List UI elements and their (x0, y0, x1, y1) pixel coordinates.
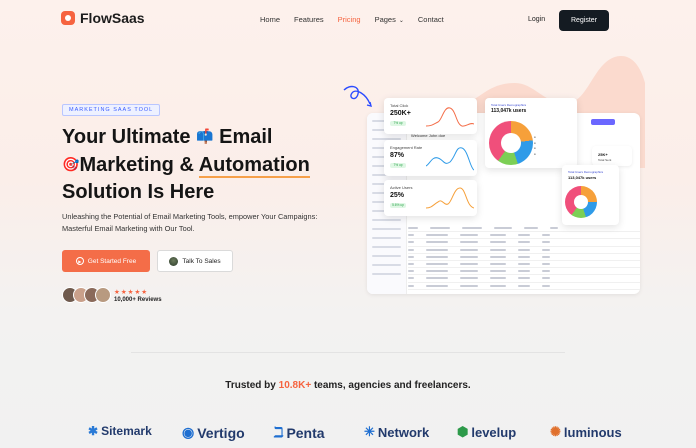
levelup-icon: ⬢ (457, 424, 469, 439)
card-value: 25K+ (598, 152, 608, 157)
logo-network: ✳ Network (364, 424, 429, 440)
hero-title: Your Ultimate 📫 Email 🎯Marketing & Autom… (62, 123, 362, 206)
logo-text: Vertigo (197, 424, 245, 441)
logo-luminous: ✺ luminous (550, 424, 622, 440)
donut-chart (565, 186, 597, 218)
reviews-count: 10,000+ Reviews (114, 297, 162, 303)
login-link[interactable]: Login (528, 16, 545, 23)
table-row (408, 275, 640, 283)
reviewer-avatars (62, 287, 111, 303)
logo-text: levelup (471, 424, 517, 440)
active-users-card: Active Users 25% 5.6% up (384, 180, 477, 216)
register-button[interactable]: Register (559, 10, 609, 31)
table-row (408, 225, 640, 233)
total-click-card: Total Click 250K+ 7% up (384, 98, 477, 134)
logo-text: Network (377, 424, 430, 440)
sparkline (426, 107, 474, 127)
top-navigation: FlowSaas Home Features Pricing Pages ⌄ Co… (0, 0, 696, 40)
talk-to-sales-button[interactable]: Talk To Sales (157, 250, 233, 272)
card-value: 113,047k users (491, 108, 527, 114)
chevron-down-icon: ⌄ (398, 18, 404, 24)
card-label: Total Users Demographics (568, 170, 604, 174)
hero-title-part-1: Your Ultimate (62, 126, 191, 148)
nav-contact[interactable]: Contact (418, 15, 444, 24)
get-started-button[interactable]: ▶ Get Started Free (62, 250, 150, 272)
card-value: 87% (390, 152, 405, 159)
table-row (408, 261, 640, 269)
nav-home[interactable]: Home (260, 15, 280, 24)
card-label: Active Users (390, 185, 413, 190)
nav-features[interactable]: Features (294, 15, 324, 24)
sitemark-icon: ✱ (88, 424, 99, 438)
avatar (95, 287, 111, 303)
table-row (408, 254, 640, 261)
logo-levelup: ⬢ levelup (457, 424, 516, 440)
donut-legend: ● ● ● ● (534, 135, 536, 156)
logo-text: Penta (286, 424, 325, 441)
target-icon: 🎯 (62, 156, 80, 172)
card-value: 250K+ (390, 110, 411, 117)
sales-avatar (169, 256, 179, 266)
card-label: Total Users Demographics (491, 103, 527, 107)
logo-sitemark: ✱ Sitemark (88, 424, 152, 438)
engagement-rate-card: Engagement Rate 87% 7% up (384, 140, 477, 176)
nav-pages-label: Pages (374, 15, 396, 24)
card-trend: 7% up (390, 121, 406, 126)
card-value: 25% (390, 192, 405, 199)
logo-text: Sitemark (101, 424, 152, 438)
luminous-icon: ✺ (550, 424, 561, 439)
nav-pricing[interactable]: Pricing (338, 15, 361, 24)
vertigo-icon: ◉ (182, 424, 195, 440)
talk-to-sales-label: Talk To Sales (182, 257, 221, 265)
hero-subtitle: Unleashing the Potential of Email Market… (62, 212, 318, 233)
stat-card: 25K+ Total Sent (592, 146, 632, 166)
play-icon: ▶ (75, 257, 84, 265)
brand-name: FlowSaas (80, 10, 145, 26)
card-label: Total Click (390, 103, 409, 108)
logo-text: luminous (563, 424, 622, 440)
card-label: Total Sent (598, 158, 612, 162)
sparkline (426, 187, 474, 209)
dashboard-table (408, 225, 640, 294)
table-row (408, 239, 640, 247)
hero-title-part-5: Solution Is Here (62, 181, 215, 203)
donut-chart (489, 121, 533, 165)
table-row (408, 247, 640, 254)
table-row (408, 283, 640, 290)
trusted-prefix: Trusted by (225, 380, 276, 391)
mailbox-icon: 📫 (196, 128, 214, 144)
logo-vertigo: ◉ Vertigo (182, 424, 245, 441)
logo-penta: ℶ Penta (274, 424, 325, 441)
card-value: 113,047k users (568, 175, 597, 180)
sparkline (426, 147, 474, 171)
section-divider (131, 352, 565, 353)
penta-icon: ℶ (274, 424, 284, 440)
rating-stars: ★★★★★ (114, 289, 149, 296)
network-icon: ✳ (364, 424, 375, 439)
trusted-suffix: teams, agencies and freelancers. (313, 380, 471, 391)
hero-tag: MARKETING SAAS TOOL (62, 104, 161, 116)
hero-title-highlight: Automation (198, 154, 310, 178)
brand-logo[interactable]: FlowSaas (61, 10, 145, 26)
partner-logos: ✱ Sitemark ◉ Vertigo ℶ Penta ✳ Network ⬢ leve… (0, 424, 696, 446)
main-menu: Home Features Pricing Pages ⌄ Contact (260, 15, 444, 24)
hero-title-part-2: Email (219, 126, 273, 148)
logo-icon (61, 11, 75, 25)
dashboard-action-button (591, 119, 615, 125)
card-trend: 5.6% up (390, 203, 406, 208)
table-row (408, 232, 640, 240)
card-label: Engagement Rate (390, 145, 423, 150)
trusted-by-heading: Trusted by 10.8K+ teams, agencies and fr… (0, 380, 696, 391)
table-row (408, 268, 640, 276)
swirl-arrow-icon (343, 85, 372, 107)
hero-title-part-3: Marketing & (79, 154, 194, 176)
nav-pages[interactable]: Pages ⌄ (375, 15, 404, 24)
trusted-count: 10.8K+ (278, 380, 312, 391)
get-started-label: Get Started Free (87, 257, 137, 265)
card-trend: 7% up (390, 163, 406, 168)
